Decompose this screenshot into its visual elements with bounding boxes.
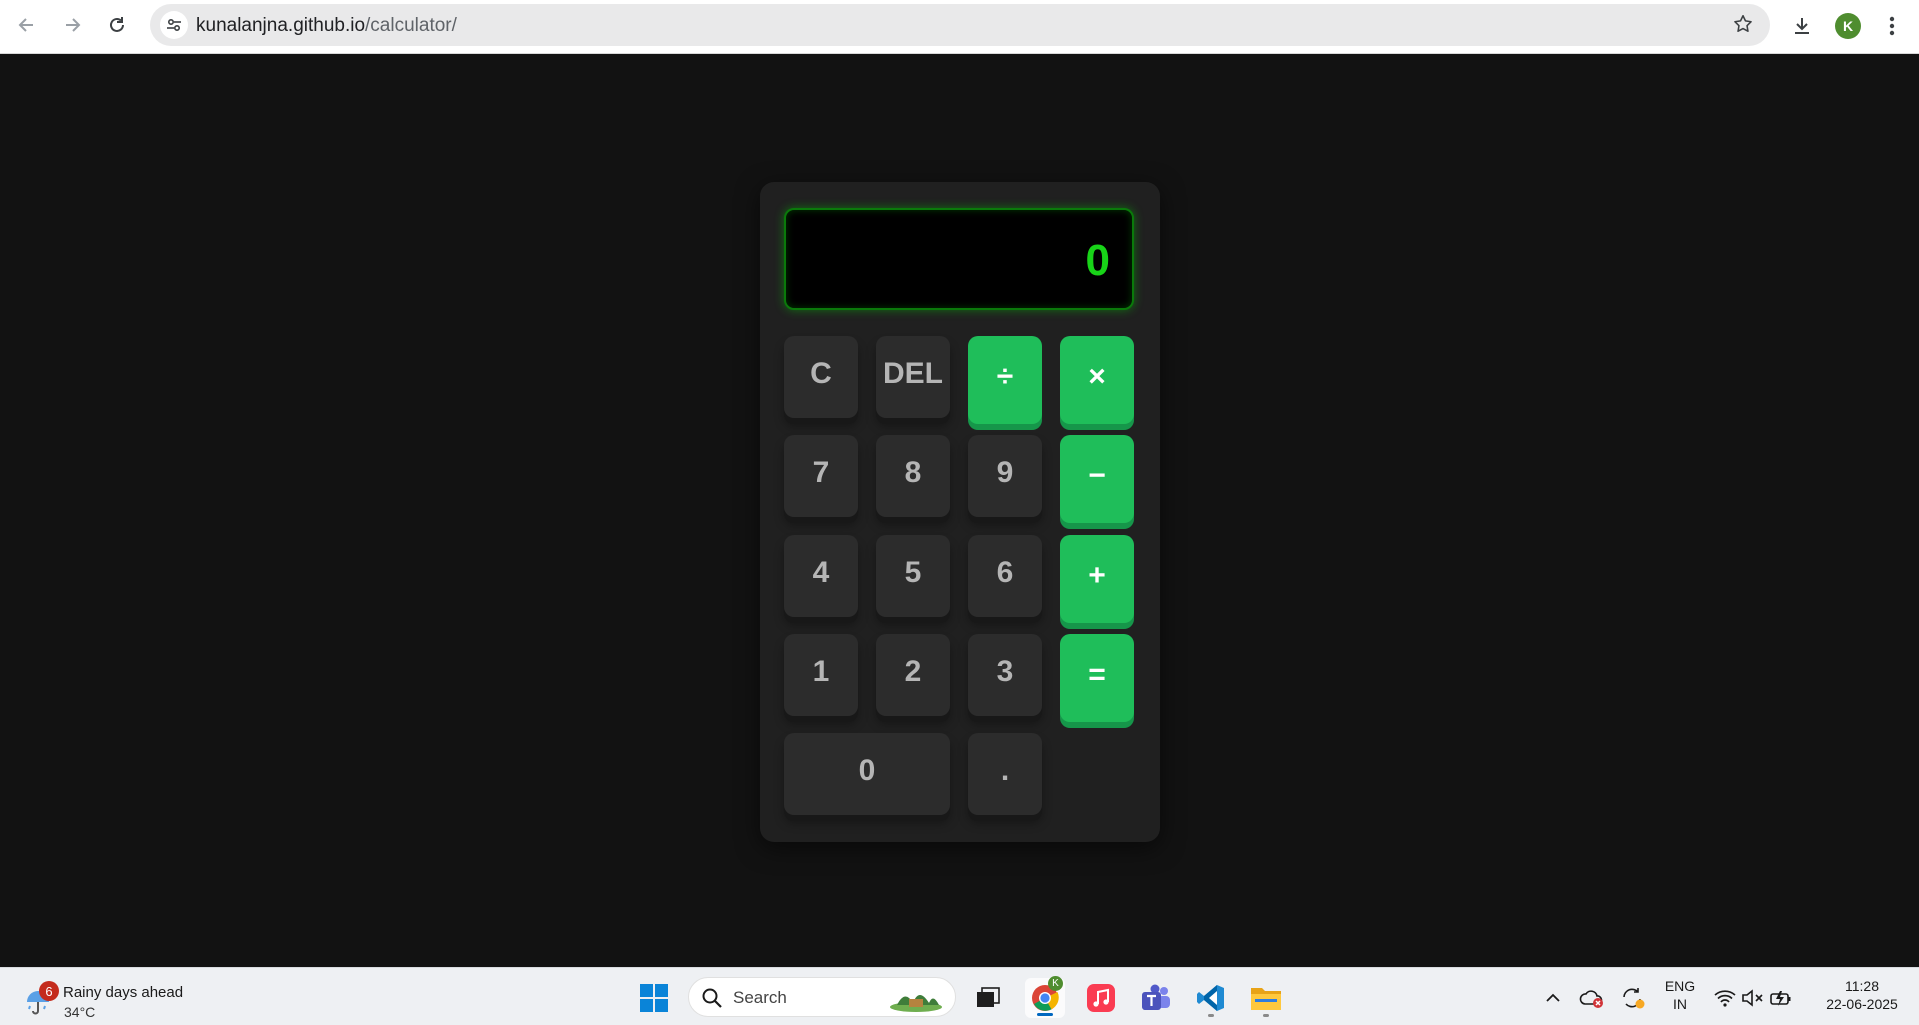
cloud-error-icon [1579, 990, 1603, 1008]
digit-1-button[interactable]: 1 [784, 634, 858, 716]
running-indicator [1263, 1014, 1269, 1017]
digit-8-button[interactable]: 8 [876, 435, 950, 517]
more-vert-icon [1889, 16, 1895, 36]
clock[interactable]: 11:28 22-06-2025 [1812, 978, 1912, 1012]
file-explorer-taskbar-button[interactable] [1246, 978, 1286, 1018]
show-hidden-icons-button[interactable] [1533, 978, 1573, 1018]
chrome-profile-badge: K [1048, 976, 1063, 991]
profile-button[interactable]: K [1832, 10, 1864, 42]
language-code: ENG [1664, 978, 1696, 994]
menu-button[interactable] [1876, 10, 1908, 42]
clear-button[interactable]: C [784, 336, 858, 418]
tune-icon [167, 18, 181, 32]
download-icon [1795, 18, 1809, 34]
display-value: 0 [1085, 236, 1110, 285]
vscode-icon [1197, 985, 1224, 1011]
vscode-taskbar-button[interactable] [1191, 978, 1231, 1018]
star-icon [1734, 14, 1752, 33]
teams-taskbar-button[interactable] [1136, 978, 1176, 1018]
digit-2-button[interactable]: 2 [876, 634, 950, 716]
taskbar: 6 Rainy days ahead 34°C Search K ENG IN … [0, 967, 1919, 1025]
reload-button[interactable] [100, 10, 134, 40]
digit-5-button[interactable]: 5 [876, 535, 950, 617]
weather-title: Rainy days ahead [63, 984, 184, 1001]
url-path: /calculator/ [365, 15, 457, 36]
multiply-button[interactable]: × [1060, 336, 1134, 424]
avatar: K [1835, 13, 1861, 39]
weather-temp: 34°C [64, 1004, 96, 1020]
sync-icon [1623, 988, 1645, 1009]
digit-4-button[interactable]: 4 [784, 535, 858, 617]
search-label: Search [733, 988, 787, 1007]
divide-button[interactable]: ÷ [968, 336, 1042, 424]
equals-button[interactable]: = [1060, 634, 1134, 722]
site-info-button[interactable] [160, 11, 188, 39]
arrow-left-icon [18, 18, 33, 32]
folder-icon [1251, 988, 1281, 1010]
search-highlight-icon [890, 995, 942, 1012]
clock-time: 11:28 [1845, 978, 1879, 994]
digit-0-button[interactable]: 0 [784, 733, 950, 815]
url-text: kunalanjna.github.io/calculator/ [196, 15, 457, 37]
subtract-button[interactable]: − [1060, 435, 1134, 523]
start-button[interactable] [634, 978, 674, 1018]
reload-icon [110, 17, 124, 32]
delete-button[interactable]: DEL [876, 336, 950, 418]
calculator: 0 C DEL ÷ × 7 8 9 − 4 5 6 + 1 2 3 = 0 . [760, 182, 1160, 842]
task-view-button[interactable] [968, 978, 1008, 1018]
digit-7-button[interactable]: 7 [784, 435, 858, 517]
add-button[interactable]: + [1060, 535, 1134, 623]
sync-tray-button[interactable] [1613, 978, 1653, 1018]
arrow-right-icon [66, 18, 81, 32]
chrome-taskbar-button[interactable]: K [1025, 976, 1065, 1018]
teams-icon [1142, 984, 1170, 1010]
running-indicator [1208, 1014, 1214, 1017]
digit-9-button[interactable]: 9 [968, 435, 1042, 517]
weather-badge: 6 [39, 981, 59, 1001]
url-host: kunalanjna.github.io [196, 15, 366, 36]
browser-toolbar: kunalanjna.github.io/calculator/ K [0, 0, 1919, 54]
downloads-button[interactable] [1786, 10, 1818, 42]
music-taskbar-button[interactable] [1081, 978, 1121, 1018]
volume-muted-icon [1742, 989, 1763, 1007]
active-indicator [1037, 1013, 1053, 1016]
quick-settings-button[interactable] [1708, 978, 1798, 1018]
search-icon [702, 988, 722, 1008]
region-code: IN [1673, 996, 1687, 1012]
music-app-icon [1087, 984, 1115, 1012]
onedrive-tray-button[interactable] [1572, 978, 1612, 1018]
digit-6-button[interactable]: 6 [968, 535, 1042, 617]
language-indicator[interactable]: ENG IN [1660, 978, 1700, 1012]
digit-3-button[interactable]: 3 [968, 634, 1042, 716]
back-button[interactable] [10, 10, 44, 40]
bookmark-button[interactable] [1732, 13, 1754, 40]
decimal-button[interactable]: . [968, 733, 1042, 815]
battery-charging-icon [1770, 991, 1791, 1006]
task-view-icon [977, 987, 1000, 1007]
calculator-display: 0 [784, 208, 1134, 310]
address-bar[interactable]: kunalanjna.github.io/calculator/ [150, 4, 1770, 46]
taskbar-search[interactable]: Search [688, 977, 956, 1017]
windows-logo-icon [640, 984, 668, 1012]
clock-date: 22-06-2025 [1826, 996, 1898, 1012]
weather-widget[interactable]: 6 Rainy days ahead 34°C [22, 976, 222, 1020]
chevron-up-icon [1546, 993, 1560, 1002]
wifi-icon [1714, 990, 1736, 1007]
forward-button[interactable] [55, 10, 89, 40]
